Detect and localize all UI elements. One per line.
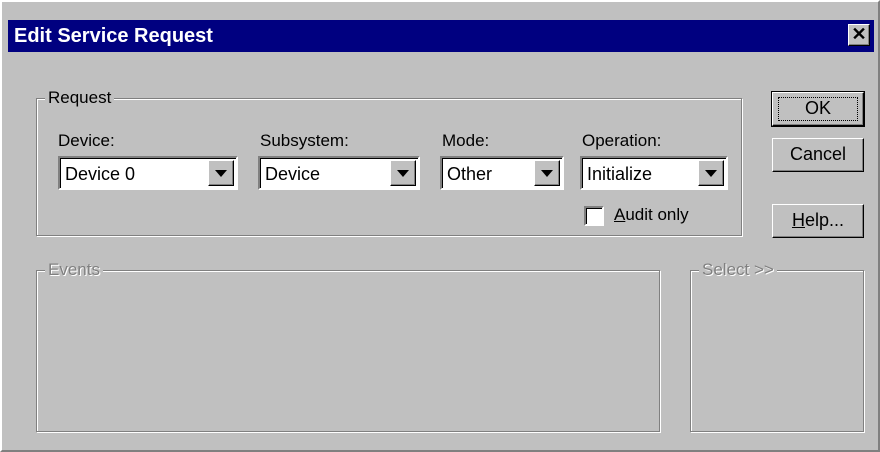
mode-label: Mode: <box>442 131 490 150</box>
dropdown-arrow-icon[interactable] <box>698 160 724 186</box>
title-bar[interactable]: Edit Service Request ✕ <box>8 20 874 52</box>
focus-rect <box>778 97 858 121</box>
device-select-value: Device 0 <box>65 164 136 184</box>
cancel-button[interactable]: Cancel <box>772 138 864 172</box>
events-group-label: Events <box>45 259 103 281</box>
select-group-label: Select >> <box>699 259 777 281</box>
dialog-title: Edit Service Request <box>14 25 213 47</box>
events-group: Events <box>36 259 660 432</box>
dropdown-arrow-icon[interactable] <box>390 160 416 186</box>
audit-only-label[interactable]: Audit only <box>614 204 689 226</box>
operation-select-value: Initialize <box>587 164 653 184</box>
cancel-button-label: Cancel <box>789 144 847 164</box>
mode-select-value: Other <box>447 164 493 184</box>
help-button-label: Help... <box>791 210 845 230</box>
request-group-label: Request <box>45 87 115 109</box>
close-icon: ✕ <box>851 24 867 44</box>
device-label: Device: <box>58 131 115 150</box>
dropdown-arrow-icon[interactable] <box>534 160 560 186</box>
close-button[interactable]: ✕ <box>848 24 870 46</box>
dropdown-arrow-icon[interactable] <box>208 160 234 186</box>
operation-label: Operation: <box>582 131 662 150</box>
ok-button[interactable]: OK <box>771 91 865 127</box>
subsystem-select[interactable]: Device <box>258 156 420 190</box>
mode-select[interactable]: Other <box>440 156 564 190</box>
audit-only-checkbox[interactable] <box>584 206 604 226</box>
subsystem-select-value: Device <box>265 164 321 184</box>
select-group: Select >> <box>690 259 864 432</box>
operation-select[interactable]: Initialize <box>580 156 728 190</box>
help-button[interactable]: Help... <box>772 204 864 238</box>
device-select[interactable]: Device 0 <box>58 156 238 190</box>
subsystem-label: Subsystem: <box>260 131 349 150</box>
edit-service-request-dialog: Edit Service Request ✕ Request Device: D… <box>0 0 880 452</box>
